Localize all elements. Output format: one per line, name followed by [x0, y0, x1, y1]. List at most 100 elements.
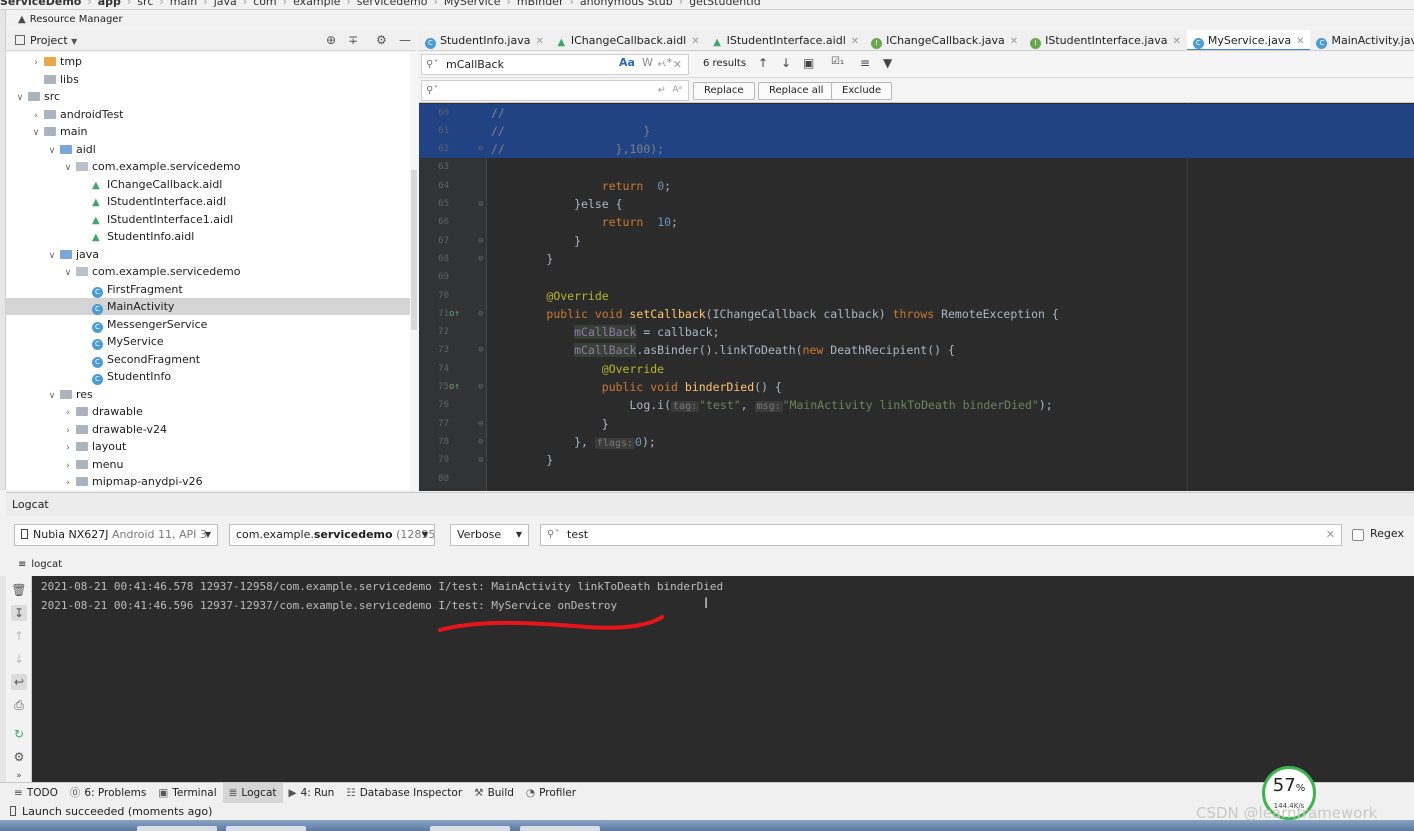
tree-node[interactable]: ▲ IStudentInterface1.aidl — [6, 211, 410, 228]
logcat-subtab[interactable]: ≡ logcat — [6, 554, 1414, 576]
breadcrumb-item[interactable]: example — [293, 0, 340, 8]
filter-icon[interactable]: ▼ — [883, 56, 892, 70]
code-line[interactable]: 61 // } — [419, 121, 1414, 140]
gear-icon[interactable]: ⚙ — [11, 749, 27, 765]
close-icon[interactable]: ✕ — [535, 36, 543, 47]
tree-node[interactable]: C FirstFragment — [6, 281, 410, 298]
chevron-right-icon[interactable]: › — [62, 475, 74, 490]
select-all-icon[interactable]: ▣ — [803, 56, 814, 70]
arrow-down-icon[interactable]: ↓ — [781, 56, 791, 70]
fold-marker-icon[interactable]: ⊖ — [478, 195, 483, 213]
clear-icon[interactable]: ✕ — [673, 55, 682, 74]
taskbar-item[interactable] — [430, 826, 510, 831]
breadcrumb-item[interactable]: getStudentId — [689, 0, 761, 8]
tree-node[interactable]: libs — [6, 71, 410, 88]
code-line[interactable]: 75 o↑ ⊖ public void binderDied() { — [419, 378, 1414, 396]
trash-icon[interactable]: 🗑 — [11, 582, 27, 598]
scroll-to-end-icon[interactable]: ↧ — [11, 605, 27, 621]
close-icon[interactable]: ✕ — [1010, 36, 1018, 47]
print-icon[interactable]: ⎙ — [11, 697, 27, 713]
taskbar-item[interactable] — [520, 826, 600, 831]
breadcrumb-item[interactable]: app — [98, 0, 121, 8]
clear-icon[interactable]: ✕ — [1326, 525, 1335, 545]
chevron-right-icon[interactable]: › — [62, 458, 74, 475]
code-line[interactable]: 74 @Override — [419, 360, 1414, 378]
chevron-down-icon[interactable]: ∨ — [30, 125, 42, 142]
gear-icon[interactable]: ⚙ — [376, 30, 387, 51]
tree-node[interactable]: ∨ com.example.servicedemo — [6, 158, 410, 175]
code-line[interactable]: 60 // — [419, 103, 1414, 122]
override-gutter-icon[interactable]: o↑ — [449, 378, 460, 396]
hide-icon[interactable]: — — [399, 30, 411, 51]
code-line[interactable]: 79 ⊖ } — [419, 451, 1414, 469]
chevron-down-icon[interactable]: ∨ — [14, 90, 26, 107]
chevron-down-icon[interactable]: ∨ — [46, 388, 58, 405]
regex-toggle[interactable]: .* — [663, 56, 672, 69]
chevron-down-icon[interactable]: ∨ — [62, 160, 74, 177]
chevron-down-icon[interactable]: ∨ — [62, 265, 74, 282]
tree-node[interactable]: ∨ com.example.servicedemo — [6, 263, 410, 280]
chevron-down-icon[interactable]: ∨ — [46, 143, 58, 160]
fold-marker-icon[interactable]: ⊖ — [478, 232, 483, 250]
breadcrumb-item[interactable]: main — [170, 0, 197, 8]
tree-node[interactable]: ∨ main — [6, 123, 410, 140]
code-line[interactable]: 64 return 0; — [419, 177, 1414, 195]
breadcrumb-item[interactable]: servicedemo — [357, 0, 428, 8]
in-selection-icon[interactable]: ☑₁ — [831, 56, 844, 67]
replace-button[interactable]: Replace — [693, 82, 755, 100]
locate-icon[interactable]: ⊕ — [326, 30, 336, 51]
code-line[interactable]: 70 @Override — [419, 287, 1414, 305]
chevron-right-icon[interactable]: › — [30, 55, 42, 72]
fold-marker-icon[interactable]: ⊖ — [478, 378, 483, 396]
tree-node[interactable]: › androidTest — [6, 106, 410, 123]
regex-checkbox[interactable] — [1352, 529, 1364, 541]
resource-manager-bar[interactable]: ▲ Resource Manager — [6, 11, 1414, 29]
taskbar-item[interactable] — [226, 826, 306, 831]
code-line[interactable]: 68 ⊖ } — [419, 250, 1414, 268]
tree-node[interactable]: › layout — [6, 438, 410, 455]
close-icon[interactable]: ✕ — [1296, 36, 1304, 47]
tool-window-button[interactable]: ≣ Logcat — [222, 783, 283, 803]
code-line[interactable]: 73 ⊖ mCallBack.asBinder().linkToDeath(new… — [419, 341, 1414, 359]
code-line[interactable]: 72 mCallBack = callback; — [419, 323, 1414, 341]
whole-word-toggle[interactable]: W — [642, 56, 653, 69]
tree-node[interactable]: C MessengerService — [6, 316, 410, 333]
log-level-dropdown[interactable]: Verbose ▼ — [450, 524, 529, 546]
tree-node[interactable]: ∨ java — [6, 246, 410, 263]
code-line[interactable]: 62 ⊖ // },100); — [419, 140, 1414, 159]
fold-marker-icon[interactable]: ⊖ — [478, 341, 483, 359]
breadcrumb-item[interactable]: mBinder — [517, 0, 564, 8]
tree-node[interactable]: C SecondFragment — [6, 351, 410, 368]
collapse-icon[interactable]: ∓ — [348, 30, 358, 51]
override-gutter-icon[interactable]: o↑ — [449, 305, 460, 323]
editor-tab[interactable]: C StudentInfo.java ✕ — [419, 30, 550, 50]
fold-marker-icon[interactable]: ⊖ — [478, 140, 483, 158]
arrow-up-icon[interactable]: ↑ — [11, 628, 27, 644]
editor-tab[interactable]: I IStudentInterface.java ✕ — [1024, 30, 1187, 50]
tool-window-button[interactable]: ⚒ Build — [468, 783, 520, 803]
align-icon[interactable]: ≡ — [860, 56, 870, 70]
tool-window-button[interactable]: ⓪ 6: Problems — [64, 783, 152, 803]
code-line[interactable]: 78 ⊖ }, flags: 0); — [419, 433, 1414, 451]
project-view-selector[interactable]: Project ▼ — [15, 30, 77, 52]
tree-node[interactable]: C MainActivity — [6, 298, 410, 315]
tree-node[interactable]: › drawable-v24 — [6, 421, 410, 438]
tool-window-button[interactable]: ☷ Database Inspector — [340, 783, 468, 803]
exclude-button[interactable]: Exclude — [831, 82, 893, 100]
newline-icon[interactable]: ↵ — [658, 81, 666, 100]
tree-node[interactable]: › drawable — [6, 403, 410, 420]
tool-window-button[interactable]: ▶ 4: Run — [283, 783, 341, 803]
tool-window-button[interactable]: ◔ Profiler — [520, 783, 582, 803]
replace-input[interactable]: ⚲˅ ↵ Aᵃ — [421, 80, 689, 101]
tree-node[interactable]: ∨ src — [6, 88, 410, 105]
code-line[interactable]: 69 — [419, 268, 1414, 286]
fold-marker-icon[interactable]: ⊖ — [478, 415, 483, 433]
logcat-search-input[interactable]: ⚲˅ test ✕ — [540, 524, 1342, 546]
replace-all-button[interactable]: Replace all — [758, 82, 835, 100]
chevron-right-icon[interactable]: › — [62, 440, 74, 457]
editor-tab[interactable]: ▲ IChangeCallback.aidl ✕ — [550, 30, 706, 50]
code-line[interactable]: 76 Log.i(tag: "test", msg: "MainActivity l… — [419, 396, 1414, 414]
breadcrumb-item[interactable]: ServiceDemo — [0, 0, 81, 8]
tree-node[interactable]: › mipmap-anydpi-v26 — [6, 473, 410, 490]
chevron-right-icon[interactable]: › — [30, 108, 42, 125]
